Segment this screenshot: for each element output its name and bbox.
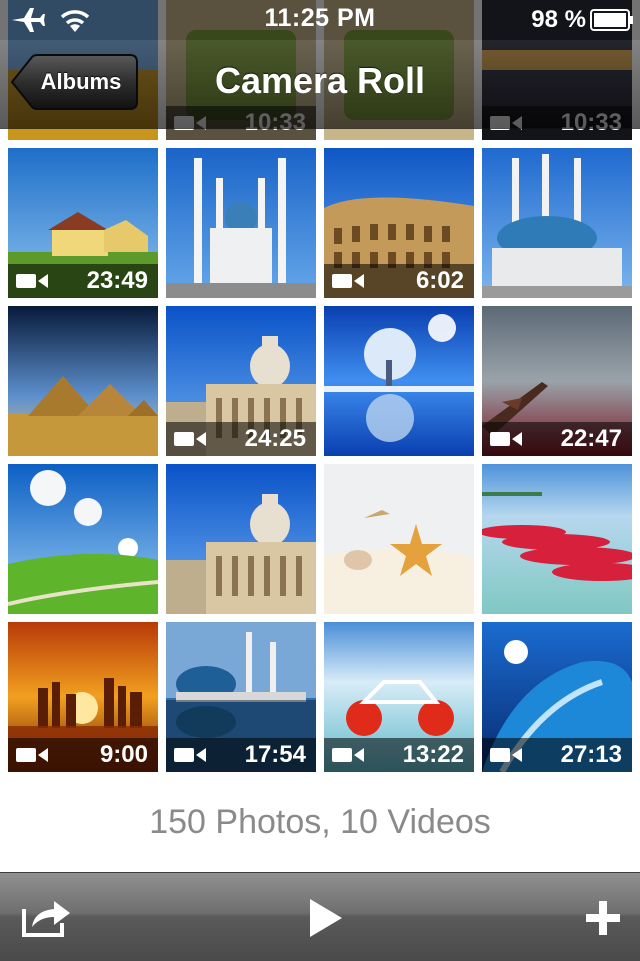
photo-thumbnail[interactable]: 23:49	[8, 148, 158, 298]
video-camera-icon	[332, 746, 366, 769]
thumbnail-image	[166, 464, 316, 614]
video-info-bar: 17:54	[166, 738, 316, 772]
status-bar: 11:25 PM 98 %	[0, 0, 640, 40]
video-duration: 24:25	[244, 425, 306, 452]
photo-thumbnail[interactable]	[166, 148, 316, 298]
photo-thumbnail[interactable]	[324, 306, 474, 456]
video-camera-icon	[490, 430, 524, 453]
thumbnail-image	[166, 148, 316, 298]
video-duration: 17:54	[244, 741, 306, 768]
slideshow-play-button[interactable]	[284, 873, 364, 961]
photo-thumbnail[interactable]	[166, 464, 316, 614]
video-info-bar: 6:02	[324, 264, 474, 298]
video-camera-icon	[16, 746, 50, 769]
photo-thumbnail[interactable]	[482, 148, 632, 298]
add-icon	[586, 901, 620, 935]
share-icon	[22, 901, 70, 937]
video-camera-icon	[332, 272, 366, 295]
video-info-bar: 27:13	[482, 738, 632, 772]
photo-thumbnail[interactable]	[482, 464, 632, 614]
video-duration: 23:49	[86, 267, 148, 294]
video-camera-icon	[490, 746, 524, 769]
thumbnail-image	[8, 306, 158, 456]
thumbnail-image	[482, 148, 632, 298]
add-button[interactable]	[562, 873, 640, 961]
video-info-bar: 24:25	[166, 422, 316, 456]
thumbnail-image	[482, 464, 632, 614]
photo-thumbnail[interactable]: 24:25	[166, 306, 316, 456]
play-icon	[310, 899, 342, 937]
thumbnail-image	[8, 464, 158, 614]
video-info-bar: 22:47	[482, 422, 632, 456]
page-title: Camera Roll	[214, 60, 426, 101]
photo-thumbnail[interactable]: 6:02	[324, 148, 474, 298]
photo-thumbnail[interactable]	[8, 306, 158, 456]
navigation-bar: Albums Camera Roll	[0, 40, 640, 129]
video-info-bar: 9:00	[8, 738, 158, 772]
photo-thumbnail[interactable]: 9:00	[8, 622, 158, 772]
video-duration: 13:22	[402, 741, 464, 768]
photo-thumbnail[interactable]: 17:54	[166, 622, 316, 772]
photo-thumbnail[interactable]	[8, 464, 158, 614]
video-camera-icon	[174, 430, 208, 453]
photo-thumbnail[interactable]: 27:13	[482, 622, 632, 772]
video-duration: 6:02	[415, 267, 464, 294]
photo-thumbnail[interactable]: 22:47	[482, 306, 632, 456]
video-duration: 22:47	[560, 425, 622, 452]
video-camera-icon	[174, 746, 208, 769]
video-camera-icon	[16, 272, 50, 295]
video-info-bar: 13:22	[324, 738, 474, 772]
photo-thumbnail[interactable]	[324, 464, 474, 614]
photo-thumbnail[interactable]: 13:22	[324, 622, 474, 772]
battery-icon	[590, 9, 634, 36]
video-duration: 9:00	[99, 741, 148, 768]
thumbnail-image	[324, 464, 474, 614]
media-count-label: 150 Photos, 10 Videos	[149, 803, 491, 841]
video-duration: 27:13	[560, 741, 622, 768]
thumbnail-image	[324, 306, 474, 456]
battery-percent: 98 %	[531, 6, 586, 33]
share-button[interactable]	[8, 873, 88, 961]
bottom-toolbar	[0, 872, 640, 961]
video-info-bar: 23:49	[8, 264, 158, 298]
